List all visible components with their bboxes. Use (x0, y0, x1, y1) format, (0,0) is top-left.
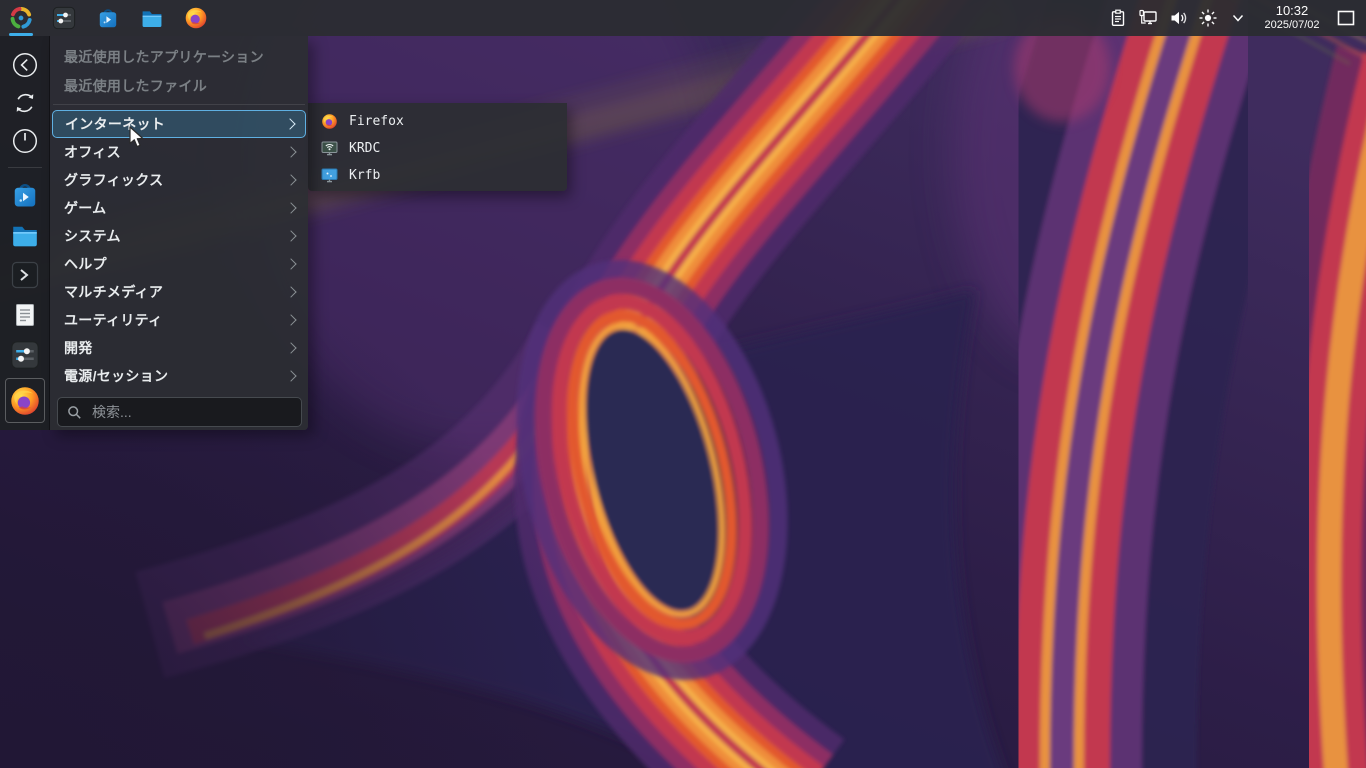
system-settings-icon (52, 6, 76, 30)
menu-category-graphics[interactable]: グラフィックス (50, 166, 308, 194)
screen-connect-icon (1139, 9, 1157, 25)
task-firefox[interactable] (174, 0, 218, 36)
menu-item-label: システム (64, 228, 121, 244)
system-tray: 10:32 2025/07/02 (1103, 0, 1366, 36)
app-launcher-icon (8, 5, 34, 31)
menu-item-label: マルチメディア (64, 284, 164, 300)
top-panel: 10:32 2025/07/02 (0, 0, 1366, 36)
task-system-settings[interactable] (42, 0, 86, 36)
chevron-right-icon (285, 314, 297, 326)
menu-item-label: 開発 (64, 340, 93, 356)
menu-item-label: インターネット (65, 116, 166, 132)
chevron-right-icon (285, 370, 297, 382)
sidebar-item-text-editor[interactable] (5, 295, 45, 334)
folder-icon (10, 220, 40, 250)
menu-category-development[interactable]: 開発 (50, 334, 308, 362)
desktop: 10:32 2025/07/02 最近使用したアプリケーション 最近使用したファ… (0, 0, 1366, 768)
task-discover[interactable] (86, 0, 130, 36)
menu-category-utilities[interactable]: ユーティリティ (50, 306, 308, 334)
submenu-item-krdc[interactable]: KRDC (308, 135, 567, 162)
menu-item-label: 最近使用したアプリケーション (64, 48, 264, 65)
brightness-tray-button[interactable] (1193, 0, 1223, 36)
app-launcher-button[interactable] (0, 0, 42, 36)
chevron-right-icon (284, 118, 296, 130)
back-icon (12, 52, 37, 78)
clipboard-tray-button[interactable] (1103, 0, 1133, 36)
menu-category-office[interactable]: オフィス (50, 138, 308, 166)
menu-item-label: オフィス (64, 144, 121, 160)
konsole-icon (11, 261, 38, 288)
search-icon (68, 405, 81, 419)
application-menu: 最近使用したアプリケーション 最近使用したファイル インターネット オフィス グ… (50, 36, 308, 430)
sidebar-item-file-manager[interactable] (5, 215, 45, 254)
clock-time: 10:32 (1275, 3, 1309, 19)
chevron-down-icon (1232, 14, 1244, 22)
menu-recent-files[interactable]: 最近使用したファイル (50, 71, 308, 100)
chevron-right-icon (285, 342, 297, 354)
digital-clock[interactable]: 10:32 2025/07/02 (1253, 3, 1331, 32)
chevron-right-icon (285, 146, 297, 158)
launcher-active-indicator (9, 33, 33, 36)
firefox-icon (184, 6, 208, 30)
chevron-right-icon (285, 286, 297, 298)
menu-item-label: ユーティリティ (64, 312, 163, 328)
submenu-item-krfb[interactable]: Krfb (308, 162, 567, 189)
submenu-item-label: Firefox (349, 114, 404, 129)
refresh-icon (16, 93, 33, 113)
submenu-item-firefox[interactable]: Firefox (308, 108, 567, 135)
menu-recent-apps[interactable]: 最近使用したアプリケーション (50, 42, 308, 71)
menu-category-internet[interactable]: インターネット (52, 110, 306, 138)
krfb-icon (321, 168, 338, 183)
menu-item-label: ゲーム (64, 200, 107, 216)
clipboard-icon (1111, 9, 1125, 26)
settings-sliders-icon (10, 340, 40, 370)
chevron-right-icon (285, 258, 297, 270)
search-input[interactable] (90, 403, 292, 421)
show-desktop-button[interactable] (1331, 0, 1361, 36)
shutdown-button[interactable] (5, 123, 45, 159)
discover-icon (96, 6, 120, 30)
brightness-icon (1199, 9, 1217, 27)
menu-category-system[interactable]: システム (50, 222, 308, 250)
volume-tray-button[interactable] (1163, 0, 1193, 36)
menu-item-label: 電源/セッション (64, 368, 169, 384)
krdc-icon (321, 141, 338, 156)
sidebar-divider (7, 167, 42, 168)
screen-connect-tray-button[interactable] (1133, 0, 1163, 36)
discover-icon (10, 180, 40, 210)
submenu-item-label: Krfb (349, 168, 381, 183)
internet-submenu: Firefox KRDC Krfb (308, 103, 567, 191)
chevron-right-icon (285, 202, 297, 214)
clock-date: 2025/07/02 (1264, 19, 1320, 32)
chevron-right-icon (285, 174, 297, 186)
menu-item-label: ヘルプ (64, 256, 107, 272)
menu-search-box[interactable] (57, 397, 302, 427)
show-desktop-icon (1337, 10, 1355, 26)
sidebar-item-firefox[interactable] (4, 378, 45, 423)
sidebar-item-konsole[interactable] (5, 255, 45, 294)
menu-item-label: 最近使用したファイル (64, 77, 207, 94)
menu-category-games[interactable]: ゲーム (50, 194, 308, 222)
menu-category-power-session[interactable]: 電源/セッション (50, 362, 308, 390)
menu-category-multimedia[interactable]: マルチメディア (50, 278, 308, 306)
sidebar-item-discover[interactable] (5, 175, 45, 214)
submenu-item-label: KRDC (349, 141, 381, 156)
shutdown-icon (12, 128, 37, 154)
menu-item-label: グラフィックス (64, 172, 164, 188)
back-button[interactable] (5, 47, 45, 83)
launcher-sidebar (0, 36, 50, 430)
tray-expander-button[interactable] (1223, 0, 1253, 36)
dolphin-folder-icon (140, 6, 164, 30)
document-icon (15, 303, 34, 326)
menu-category-help[interactable]: ヘルプ (50, 250, 308, 278)
task-dolphin[interactable] (130, 0, 174, 36)
firefox-icon (9, 385, 41, 417)
sidebar-item-system-settings[interactable] (5, 335, 45, 374)
firefox-icon (321, 113, 338, 130)
volume-icon (1171, 11, 1187, 25)
menu-divider (53, 104, 305, 105)
restart-button[interactable] (5, 85, 45, 121)
chevron-right-icon (285, 230, 297, 242)
